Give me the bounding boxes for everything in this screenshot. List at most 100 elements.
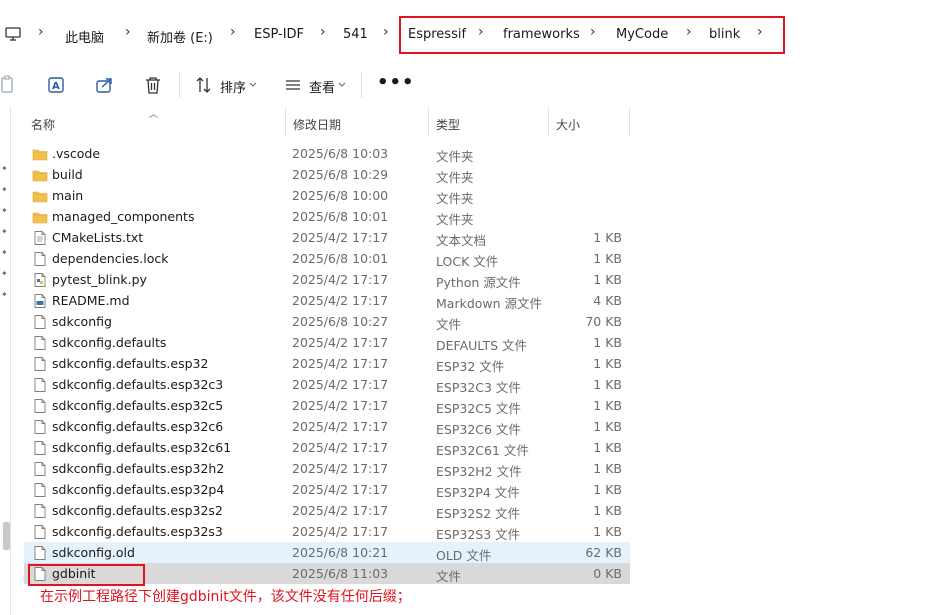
file-icon — [34, 441, 46, 455]
file-type: ESP32S2 文件 — [436, 506, 521, 521]
file-icon — [34, 336, 46, 350]
toolbar-divider — [361, 72, 362, 98]
delete-icon[interactable] — [142, 74, 164, 96]
column-header-type[interactable]: 类型 — [429, 108, 549, 136]
file-row[interactable]: sdkconfig.defaults.esp32c5 2025/4/2 17:17… — [24, 395, 630, 416]
file-row[interactable]: sdkconfig.defaults.esp32c61 2025/4/2 17:1… — [24, 437, 630, 458]
view-button[interactable]: 查看 — [309, 77, 335, 96]
file-row[interactable]: build 2025/6/8 10:29 文件夹 — [24, 164, 630, 185]
navigation-pane[interactable]: ✦ ✦ ✦ ✦ ✦ ✦ ✦ — [0, 106, 11, 615]
breadcrumb-separator[interactable]: › — [38, 24, 44, 40]
file-type: ESP32C5 文件 — [436, 401, 521, 416]
breadcrumb-separator[interactable]: › — [320, 24, 326, 40]
file-size: 4 KB — [593, 293, 622, 308]
view-icon[interactable] — [282, 74, 304, 96]
file-modified-date: 2025/6/8 10:21 — [292, 545, 389, 560]
column-header-date[interactable]: 修改日期 — [286, 108, 429, 136]
file-row[interactable]: .vscode 2025/6/8 10:03 文件夹 — [24, 143, 630, 164]
file-row[interactable]: sdkconfig.defaults.esp32s3 2025/4/2 17:17… — [24, 521, 630, 542]
file-icon — [34, 525, 46, 539]
computer-icon[interactable] — [5, 26, 21, 42]
pin-icon: ✦ — [1, 269, 8, 278]
file-row[interactable]: sdkconfig.defaults.esp32c3 2025/4/2 17:17… — [24, 374, 630, 395]
file-modified-date: 2025/4/2 17:17 — [292, 398, 389, 413]
chevron-down-icon[interactable] — [249, 81, 257, 89]
file-row[interactable]: sdkconfig 2025/6/8 10:27 文件 70 KB — [24, 311, 630, 332]
sort-icon[interactable] — [193, 74, 215, 96]
file-icon — [34, 462, 46, 476]
folder-icon — [32, 191, 48, 203]
file-type: OLD 文件 — [436, 548, 492, 563]
file-name: sdkconfig.defaults — [52, 335, 167, 350]
file-row[interactable]: dependencies.lock 2025/6/8 10:01 LOCK 文件 1 … — [24, 248, 630, 269]
file-row[interactable]: managed_components 2025/6/8 10:01 文件夹 — [24, 206, 630, 227]
breadcrumb-separator[interactable]: › — [230, 24, 236, 40]
paste-icon[interactable] — [0, 74, 22, 96]
file-name: sdkconfig.defaults.esp32s2 — [52, 503, 223, 518]
column-header-type-label: 类型 — [436, 118, 461, 132]
column-header-size-label: 大小 — [556, 118, 581, 132]
column-headers: 名称 修改日期 类型 大小 — [24, 108, 630, 136]
file-size: 1 KB — [593, 335, 622, 350]
file-row[interactable]: main 2025/6/8 10:00 文件夹 — [24, 185, 630, 206]
pin-icon: ✦ — [1, 206, 8, 215]
file-name: build — [52, 167, 83, 182]
file-modified-date: 2025/4/2 17:17 — [292, 440, 389, 455]
breadcrumb-item-drive-e[interactable]: 新加卷 (E:) — [147, 27, 213, 46]
navigation-pane-scrollbar[interactable] — [3, 522, 10, 550]
breadcrumb-item-this-pc[interactable]: 此电脑 — [65, 27, 104, 46]
chevron-down-icon[interactable] — [338, 81, 346, 89]
file-type: Markdown 源文件 — [436, 296, 543, 311]
breadcrumb-item-541[interactable]: 541 — [343, 27, 368, 42]
python-file-icon — [34, 273, 46, 287]
file-row[interactable]: sdkconfig.defaults.esp32p4 2025/4/2 17:17… — [24, 479, 630, 500]
column-header-name[interactable]: 名称 — [24, 108, 286, 136]
breadcrumb-separator[interactable]: › — [383, 24, 389, 40]
path-highlight-box — [399, 16, 785, 54]
column-header-size[interactable]: 大小 — [549, 108, 630, 136]
file-name: sdkconfig.defaults.esp32c6 — [52, 419, 224, 434]
file-size: 1 KB — [593, 419, 622, 434]
breadcrumb-separator[interactable]: › — [125, 24, 131, 40]
file-name: managed_components — [52, 209, 195, 224]
file-size: 1 KB — [593, 524, 622, 539]
text-file-icon — [34, 231, 46, 245]
file-name: sdkconfig.defaults.esp32p4 — [52, 482, 225, 497]
file-row[interactable]: sdkconfig.defaults.esp32 2025/4/2 17:17 ES… — [24, 353, 630, 374]
file-row[interactable]: sdkconfig.old 2025/6/8 10:21 OLD 文件 62 KB — [24, 542, 630, 563]
svg-text:A: A — [52, 81, 60, 92]
folder-icon — [32, 149, 48, 161]
file-name: sdkconfig.defaults.esp32c5 — [52, 398, 224, 413]
file-row[interactable]: CMakeLists.txt 2025/4/2 17:17 文本文档 1 KB — [24, 227, 630, 248]
share-icon[interactable] — [94, 74, 116, 96]
file-type: ESP32S3 文件 — [436, 527, 521, 542]
file-name: sdkconfig.defaults.esp32c3 — [52, 377, 224, 392]
file-size: 1 KB — [593, 356, 622, 371]
file-size: 1 KB — [593, 503, 622, 518]
file-row[interactable]: sdkconfig.defaults.esp32c6 2025/4/2 17:17… — [24, 416, 630, 437]
file-type: ESP32P4 文件 — [436, 485, 520, 500]
file-icon — [34, 399, 46, 413]
file-row[interactable]: sdkconfig.defaults.esp32s2 2025/4/2 17:17… — [24, 500, 630, 521]
toolbar-divider — [179, 72, 180, 98]
file-modified-date: 2025/4/2 17:17 — [292, 461, 389, 476]
column-header-name-label: 名称 — [31, 118, 56, 132]
rename-icon[interactable]: A — [46, 74, 68, 96]
markdown-file-icon — [34, 294, 46, 308]
file-row[interactable]: sdkconfig.defaults.esp32h2 2025/4/2 17:17… — [24, 458, 630, 479]
file-size: 1 KB — [593, 377, 622, 392]
breadcrumb-item-esp-idf[interactable]: ESP-IDF — [254, 27, 304, 42]
file-name: sdkconfig.defaults.esp32 — [52, 356, 209, 371]
file-row[interactable]: pytest_blink.py 2025/4/2 17:17 Python 源文件 1… — [24, 269, 630, 290]
more-options-button[interactable]: ••• — [377, 72, 415, 93]
file-type: ESP32H2 文件 — [436, 464, 522, 479]
file-row[interactable]: sdkconfig.defaults 2025/4/2 17:17 DEFAULTS… — [24, 332, 630, 353]
file-icon — [34, 315, 46, 329]
file-modified-date: 2025/4/2 17:17 — [292, 524, 389, 539]
file-size: 70 KB — [585, 314, 622, 329]
file-row[interactable]: README.md 2025/4/2 17:17 Markdown 源文件 4 KB — [24, 290, 630, 311]
file-name: sdkconfig.defaults.esp32h2 — [52, 461, 225, 476]
address-bar[interactable]: › 此电脑 › 新加卷 (E:) › ESP-IDF › 541 › Espre… — [0, 0, 930, 66]
sort-button[interactable]: 排序 — [220, 77, 246, 96]
file-modified-date: 2025/6/8 10:27 — [292, 314, 389, 329]
